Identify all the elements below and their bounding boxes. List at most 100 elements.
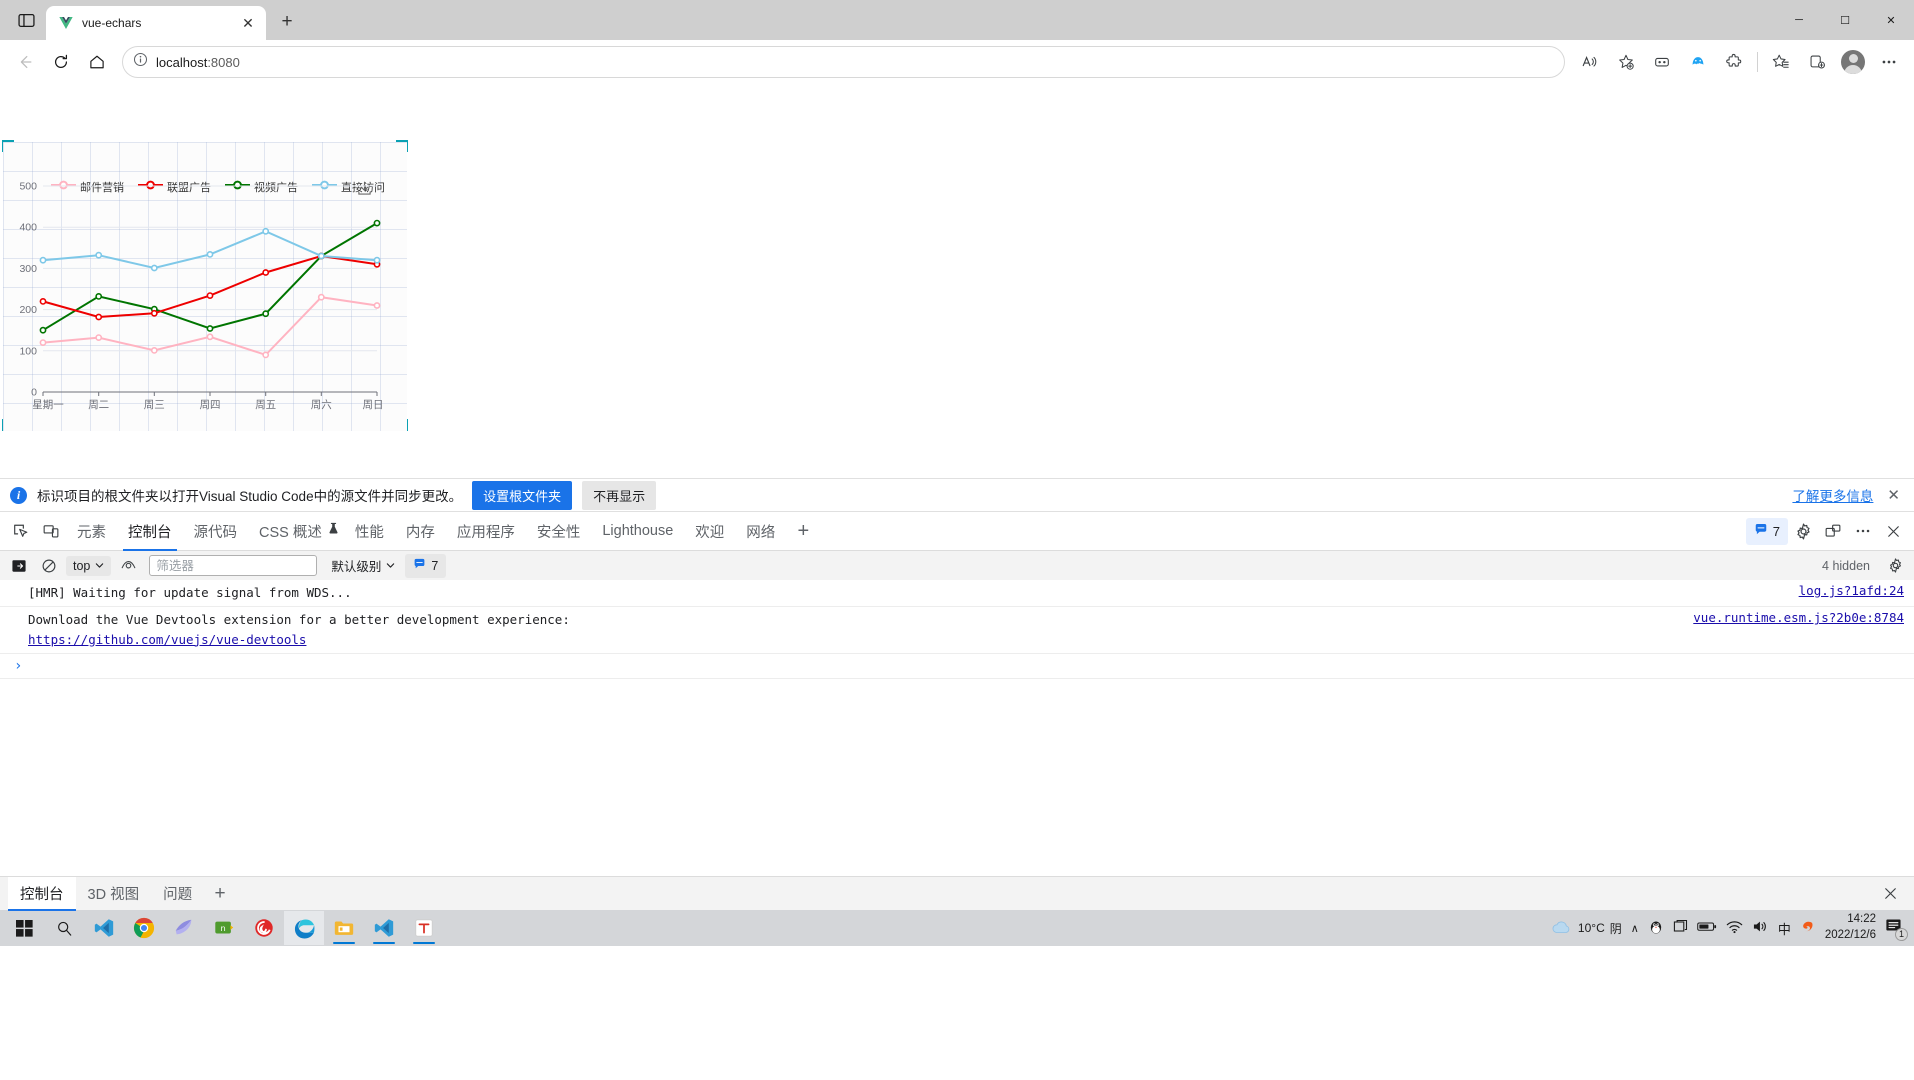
console-input-prompt[interactable]: › [0, 654, 1914, 680]
add-panel-button[interactable]: + [786, 514, 820, 548]
tab-wrap-sources[interactable]: 源代码 [183, 512, 249, 551]
back-icon[interactable] [8, 45, 42, 79]
tab-security[interactable]: 安全性 [526, 513, 592, 550]
drawer-tab-wrap-issues[interactable]: 问题 [151, 877, 204, 911]
navicat-icon[interactable]: n [204, 911, 244, 945]
banner-close-icon[interactable]: ✕ [1883, 486, 1904, 504]
snail-icon[interactable] [244, 911, 284, 945]
drawer-tab-wrap-console[interactable]: 控制台 [8, 876, 76, 911]
tray-expand-chevron-icon[interactable]: ∧ [1631, 922, 1639, 935]
sql-server-icon[interactable] [164, 911, 204, 945]
set-root-folder-button[interactable]: 设置根文件夹 [472, 480, 573, 510]
close-icon[interactable]: ✕ [238, 13, 258, 33]
settings-more-icon[interactable] [1872, 45, 1906, 79]
tab-memory[interactable]: 内存 [395, 513, 446, 550]
split-screen-icon[interactable] [1800, 45, 1834, 79]
new-tab-button[interactable]: + [272, 7, 302, 37]
drawer-close-icon[interactable] [1874, 878, 1906, 910]
settings-gear-icon[interactable] [1788, 516, 1818, 546]
eye-icon[interactable] [115, 554, 141, 578]
tab-wrap-welcome[interactable]: 欢迎 [684, 512, 735, 551]
vscode-icon[interactable] [84, 911, 124, 945]
tab-css-overview[interactable]: CSS 概述 [248, 513, 333, 550]
typora-icon[interactable] [404, 911, 444, 945]
tab-welcome[interactable]: 欢迎 [684, 513, 735, 550]
issues-count-badge[interactable]: 7 [405, 553, 447, 578]
edge-icon[interactable] [284, 911, 324, 945]
tab-wrap-network[interactable]: 网络 [735, 512, 786, 551]
vscode-icon-2[interactable] [364, 911, 404, 945]
tab-elements[interactable]: 元素 [66, 513, 117, 550]
maximize-button[interactable]: ☐ [1822, 0, 1868, 40]
profile-avatar[interactable] [1836, 45, 1870, 79]
console-row[interactable]: Download the Vue Devtools extension for … [0, 607, 1914, 655]
reload-icon[interactable] [44, 45, 78, 79]
tab-wrap-application[interactable]: 应用程序 [446, 512, 526, 551]
clock-widget[interactable]: 14:22 2022/12/6 [1825, 912, 1876, 943]
drawer-tab-3d-view[interactable]: 3D 视图 [76, 877, 152, 910]
info-circle-icon[interactable] [133, 52, 148, 72]
chrome-icon[interactable] [124, 911, 164, 945]
message-count-badge[interactable]: 7 [1745, 517, 1788, 545]
volume-icon[interactable] [1752, 919, 1769, 937]
tab-performance[interactable]: 性能 [344, 513, 395, 550]
log-level-selector[interactable]: 默认级别 [325, 553, 401, 578]
sogou-icon[interactable] [1800, 919, 1816, 938]
window-close-button[interactable]: ✕ [1868, 0, 1914, 40]
drawer-add-tab-button[interactable]: + [204, 878, 236, 910]
add-favorite-icon[interactable] [1609, 45, 1643, 79]
extensions-icon[interactable] [1717, 45, 1751, 79]
drawer-tab-issues[interactable]: 问题 [151, 877, 204, 910]
console-row[interactable]: [HMR] Waiting for update signal from WDS… [0, 580, 1914, 608]
battery-icon[interactable] [1697, 920, 1717, 936]
tab-console[interactable]: 控制台 [117, 513, 183, 550]
tab-lighthouse[interactable]: Lighthouse [591, 513, 684, 550]
tab-wrap-elements[interactable]: 元素 [66, 512, 117, 551]
clear-console-icon[interactable] [36, 554, 62, 578]
console-source-link[interactable]: vue.runtime.esm.js?2b0e:8784 [1673, 610, 1904, 625]
tab-wrap-memory[interactable]: 内存 [395, 512, 446, 551]
tab-sources[interactable]: 源代码 [183, 513, 249, 550]
ime-chinese-icon[interactable]: 中 [1778, 919, 1791, 938]
filter-input[interactable] [149, 555, 318, 576]
drawer-tab-console[interactable]: 控制台 [8, 877, 76, 910]
tab-network[interactable]: 网络 [735, 513, 786, 550]
windows-start-icon[interactable] [4, 911, 44, 945]
drawer-tab-wrap-3d-view[interactable]: 3D 视图 [76, 877, 152, 911]
close-devtools-icon[interactable] [1878, 516, 1908, 546]
echarts-container[interactable]: 邮件营销 联盟广告 视频广告 直接访问 0 100 200 300 400 50… [3, 142, 407, 431]
collections-icon[interactable] [1645, 45, 1679, 79]
console-settings-gear-icon[interactable] [1882, 554, 1908, 578]
vue-devtools-link[interactable]: https://github.com/vuejs/vue-devtools [28, 630, 306, 649]
learn-more-link[interactable]: 了解更多信息 [1792, 485, 1873, 505]
notification-center-icon[interactable]: 1 [1885, 918, 1908, 941]
inspect-element-icon[interactable] [6, 516, 36, 546]
tab-wrap-performance[interactable]: 性能 [344, 512, 395, 551]
minimize-button[interactable]: ─ [1776, 0, 1822, 40]
wifi-icon[interactable] [1726, 920, 1743, 937]
address-bar[interactable]: localhost:8080 [122, 46, 1565, 78]
browser-essentials-icon[interactable] [1681, 45, 1715, 79]
tab-actions-icon[interactable] [6, 3, 46, 37]
tab-wrap-css-overview[interactable]: CSS 概述 [248, 512, 344, 551]
dont-show-again-button[interactable]: 不再显示 [582, 480, 657, 510]
home-icon[interactable] [80, 45, 114, 79]
file-explorer-icon[interactable] [324, 911, 364, 945]
tab-wrap-lighthouse[interactable]: Lighthouse [591, 512, 684, 551]
console-sidebar-icon[interactable] [6, 554, 32, 578]
weather-widget[interactable]: 10°C 阴 [1551, 919, 1622, 938]
search-icon[interactable] [44, 911, 84, 945]
favorites-icon[interactable] [1764, 45, 1798, 79]
more-options-icon[interactable] [1848, 516, 1878, 546]
device-toolbar-icon[interactable] [36, 516, 66, 546]
tab-application[interactable]: 应用程序 [446, 513, 526, 550]
dock-side-icon[interactable] [1818, 516, 1848, 546]
console-source-link[interactable]: log.js?1afd:24 [1779, 583, 1904, 598]
tab-wrap-console[interactable]: 控制台 [117, 512, 183, 551]
qq-penguin-icon[interactable] [1648, 919, 1664, 938]
tab-wrap-security[interactable]: 安全性 [526, 512, 592, 551]
execution-context-selector[interactable]: top [66, 555, 112, 576]
console-message-list[interactable]: [HMR] Waiting for update signal from WDS… [0, 580, 1914, 876]
window-icon[interactable] [1673, 919, 1688, 937]
read-aloud-icon[interactable] [1573, 45, 1607, 79]
